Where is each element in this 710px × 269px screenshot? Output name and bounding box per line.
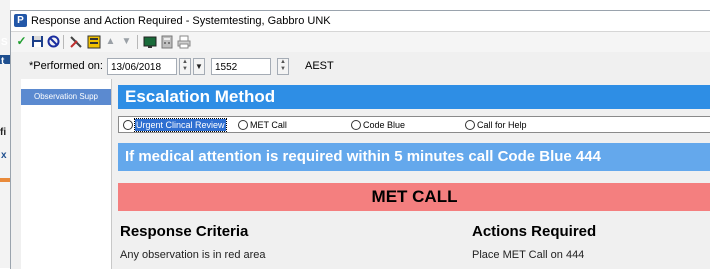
radio-button-icon[interactable] bbox=[123, 120, 133, 130]
sidebar: Observation Supp bbox=[21, 79, 112, 269]
radio-label: Call for Help bbox=[477, 120, 527, 130]
tools-icon[interactable] bbox=[68, 34, 83, 49]
window-title: Response and Action Required - Systemtes… bbox=[31, 15, 331, 27]
escalation-method-heading: Escalation Method bbox=[118, 85, 710, 109]
actions-required-heading: Actions Required bbox=[472, 223, 597, 240]
radio-button-icon[interactable] bbox=[238, 120, 248, 130]
radio-button-icon[interactable] bbox=[351, 120, 361, 130]
background-text-fragment: fi bbox=[0, 127, 7, 138]
save-icon[interactable] bbox=[30, 34, 45, 49]
checkmark-icon[interactable]: ✓ bbox=[14, 34, 29, 49]
response-criteria-heading: Response Criteria bbox=[120, 223, 249, 240]
background-text-fragment: S bbox=[1, 37, 8, 48]
response-criteria-text: Any observation is in red area bbox=[120, 249, 266, 261]
performed-date-field[interactable]: 13/06/2018 bbox=[107, 58, 177, 75]
radio-label: MET Call bbox=[250, 120, 287, 130]
response-window: P Response and Action Required - Systemt… bbox=[10, 10, 710, 269]
form-icon[interactable] bbox=[86, 34, 101, 49]
date-dropdown-button[interactable]: ▼ bbox=[193, 58, 205, 75]
time-spinner[interactable]: ▲ ▼ bbox=[277, 58, 289, 75]
radio-met-call[interactable]: MET Call bbox=[238, 119, 308, 131]
radio-urgent-clinical-review[interactable]: Urgent Clincal Review bbox=[123, 118, 233, 132]
met-call-banner: MET CALL bbox=[118, 183, 710, 211]
arrow-up-icon[interactable]: ▲ bbox=[103, 34, 118, 49]
date-spinner[interactable]: ▲ ▼ bbox=[179, 58, 191, 75]
radio-label: Code Blue bbox=[363, 120, 406, 130]
code-blue-alert-banner: If medical attention is required within … bbox=[118, 143, 710, 171]
radio-call-for-help[interactable]: Call for Help bbox=[465, 119, 545, 131]
title-bar: P Response and Action Required - Systemt… bbox=[11, 11, 710, 32]
background-window-edge: S t fi x bbox=[0, 0, 10, 268]
escalation-form: Escalation Method Urgent Clincal Review … bbox=[112, 79, 710, 269]
sidebar-item-observation-support[interactable]: Observation Supp bbox=[21, 89, 111, 105]
background-text-fragment: x bbox=[1, 150, 7, 161]
timezone-label: AEST bbox=[305, 60, 334, 72]
radio-code-blue[interactable]: Code Blue bbox=[351, 119, 421, 131]
cancel-icon[interactable] bbox=[46, 34, 61, 49]
performed-on-row: *Performed on: 13/06/2018 ▲ ▼ ▼ 1552 ▲ ▼ A… bbox=[11, 55, 710, 79]
arrow-down-icon[interactable]: ▼ bbox=[119, 34, 134, 49]
escalation-radio-group: Urgent Clincal Review MET Call Code Blue… bbox=[118, 116, 710, 133]
toolbar: ✓ ▲ ▼ bbox=[11, 32, 710, 52]
monitor-icon[interactable] bbox=[142, 34, 157, 49]
calculator-icon[interactable] bbox=[159, 34, 174, 49]
print-icon[interactable] bbox=[176, 34, 191, 49]
background-text-fragment: t bbox=[1, 56, 5, 67]
radio-label: Urgent Clincal Review bbox=[134, 118, 227, 132]
radio-button-icon[interactable] bbox=[465, 120, 475, 130]
toolbar-separator bbox=[63, 35, 64, 49]
background-orange-strip bbox=[0, 178, 10, 182]
toolbar-separator bbox=[137, 35, 138, 49]
actions-required-text: Place MET Call on 444 bbox=[472, 249, 585, 261]
app-icon: P bbox=[14, 14, 27, 27]
performed-on-label: *Performed on: bbox=[29, 60, 103, 72]
performed-time-field[interactable]: 1552 bbox=[211, 58, 271, 75]
